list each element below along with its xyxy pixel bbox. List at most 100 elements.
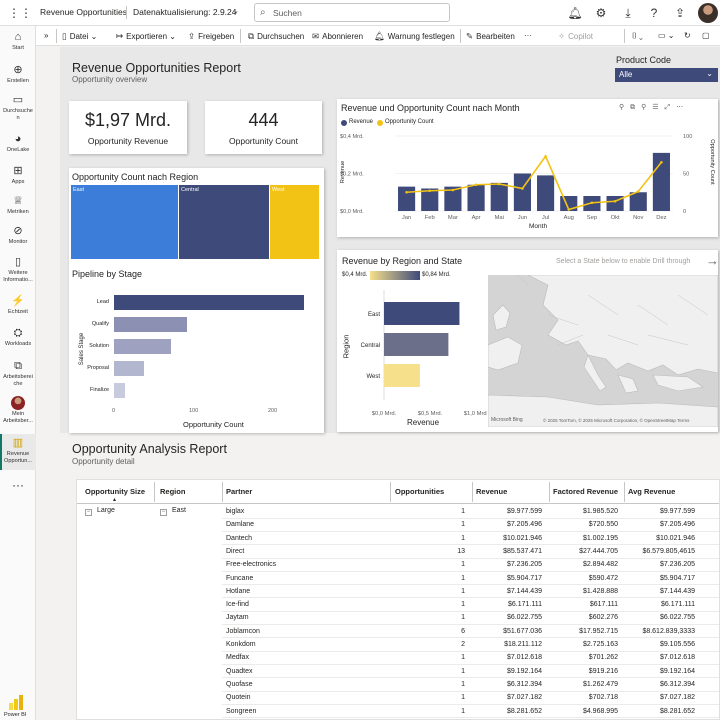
revenue-cell[interactable]: $7.144.439 bbox=[507, 588, 542, 595]
file-menu[interactable]: ▯ Datei ⌄ bbox=[62, 31, 97, 42]
rail-item-workloads[interactable]: ⛭ Workloads bbox=[0, 326, 36, 348]
rail-item-metrics[interactable]: ♕ Metriken bbox=[0, 194, 36, 216]
factored-revenue-cell[interactable]: $720.550 bbox=[589, 521, 618, 528]
revenue-cell[interactable]: $7.236.205 bbox=[507, 561, 542, 568]
avg-revenue-cell[interactable]: $7.027.182 bbox=[660, 694, 695, 701]
factored-revenue-cell[interactable]: $1.985.520 bbox=[583, 508, 618, 515]
partner-cell[interactable]: Funcane bbox=[226, 575, 253, 582]
avatar[interactable] bbox=[698, 3, 718, 23]
revenue-cell[interactable]: $9.192.164 bbox=[507, 668, 542, 675]
share-button[interactable]: ⇪ Freigeben bbox=[188, 31, 234, 42]
column-divider[interactable] bbox=[624, 482, 625, 502]
expand-icon[interactable]: » bbox=[44, 31, 48, 40]
column-divider[interactable] bbox=[390, 482, 391, 502]
revenue-cell[interactable]: $7.205.496 bbox=[507, 521, 542, 528]
opportunities-cell[interactable]: 1 bbox=[461, 668, 465, 675]
column-divider[interactable] bbox=[154, 482, 155, 502]
factored-revenue-cell[interactable]: $2.894.482 bbox=[583, 561, 618, 568]
partner-cell[interactable]: Songreen bbox=[226, 708, 256, 715]
avg-revenue-cell[interactable]: $10.021.946 bbox=[656, 535, 695, 542]
rail-item-my-workspace[interactable]: Mein Arbeitsber... bbox=[0, 396, 36, 425]
sort-icon[interactable]: ▴ bbox=[113, 496, 116, 503]
rail-item-monitor[interactable]: ⊘ Monitor bbox=[0, 224, 36, 246]
revenue-cell[interactable]: $9.977.599 bbox=[507, 508, 542, 515]
avg-revenue-cell[interactable]: $7.012.618 bbox=[660, 654, 695, 661]
kpi-revenue-card[interactable]: $1,97 Mrd. Opportunity Revenue bbox=[69, 101, 187, 154]
column-divider[interactable] bbox=[472, 482, 473, 502]
header-partner[interactable]: Partner bbox=[226, 487, 252, 496]
column-divider[interactable] bbox=[549, 482, 550, 502]
avg-revenue-cell[interactable]: $7.236.205 bbox=[660, 561, 695, 568]
factored-revenue-cell[interactable]: $2.725.163 bbox=[583, 641, 618, 648]
header-avg-revenue[interactable]: Avg Revenue bbox=[628, 487, 675, 496]
search-input[interactable]: ⌕ Suchen bbox=[254, 3, 450, 22]
refresh-icon[interactable]: ↻ bbox=[684, 31, 691, 40]
opportunities-cell[interactable]: 1 bbox=[461, 588, 465, 595]
revenue-cell[interactable]: $8.281.652 bbox=[507, 708, 542, 715]
revenue-cell[interactable]: $6.022.755 bbox=[507, 614, 542, 621]
help-icon[interactable]: ? bbox=[645, 4, 663, 22]
map[interactable]: Microsoft Bing © 2025 TomTom, © 2025 Mic… bbox=[488, 275, 718, 427]
revenue-cell[interactable]: $7.027.182 bbox=[507, 694, 542, 701]
factored-revenue-cell[interactable]: $590.472 bbox=[589, 575, 618, 582]
rail-item-realtime[interactable]: ⚡ Echtzeit bbox=[0, 294, 36, 316]
comment-icon[interactable]: ▢ bbox=[702, 31, 710, 40]
avg-revenue-cell[interactable]: $9.192.164 bbox=[660, 668, 695, 675]
partner-cell[interactable]: Direct bbox=[226, 548, 244, 555]
factored-revenue-cell[interactable]: $919.216 bbox=[589, 668, 618, 675]
factored-revenue-cell[interactable]: $602.276 bbox=[589, 614, 618, 621]
header-revenue[interactable]: Revenue bbox=[476, 487, 507, 496]
explore-button[interactable]: ⧉ Durchsuchen bbox=[248, 31, 304, 42]
avg-revenue-cell[interactable]: $8.612.839,3333 bbox=[642, 628, 695, 635]
partner-cell[interactable]: Medfax bbox=[226, 654, 249, 661]
partner-cell[interactable]: Dantech bbox=[226, 535, 252, 542]
partner-cell[interactable]: Ice-find bbox=[226, 601, 249, 608]
header-opportunities[interactable]: Opportunities bbox=[395, 487, 444, 496]
partner-cell[interactable]: Quofase bbox=[226, 681, 252, 688]
factored-revenue-cell[interactable]: $617.111 bbox=[590, 601, 618, 608]
revenue-cell[interactable]: $5.904.717 bbox=[507, 575, 542, 582]
arrow-right-icon[interactable]: → bbox=[706, 253, 719, 268]
partner-cell[interactable]: Quadtex bbox=[226, 668, 252, 675]
partner-cell[interactable]: Damlane bbox=[226, 521, 254, 528]
partner-cell[interactable]: Konkdom bbox=[226, 641, 256, 648]
more-options-icon[interactable]: ··· bbox=[524, 31, 532, 40]
treemap-tile-east[interactable]: East bbox=[71, 185, 178, 259]
product-code-select[interactable]: Alle ⌄ bbox=[615, 68, 718, 82]
collapse-icon[interactable]: − bbox=[85, 509, 92, 516]
alert-button[interactable]: 🔔︎ Warnung festlegen bbox=[374, 31, 455, 42]
factored-revenue-cell[interactable]: $1.262.479 bbox=[583, 681, 618, 688]
factored-revenue-cell[interactable]: $27.444.705 bbox=[579, 548, 618, 555]
header-region[interactable]: Region bbox=[160, 487, 185, 496]
avg-revenue-cell[interactable]: $7.205.496 bbox=[660, 521, 695, 528]
funnel-bar-solution[interactable] bbox=[114, 339, 172, 354]
avg-revenue-cell[interactable]: $8.281.652 bbox=[660, 708, 695, 715]
avg-revenue-cell[interactable]: $5.904.717 bbox=[660, 575, 695, 582]
partner-cell[interactable]: Free-electronics bbox=[226, 561, 276, 568]
subscribe-button[interactable]: ✉ Abonnieren bbox=[312, 31, 363, 42]
rail-item-learn[interactable]: ▯ Weitere Informatio... bbox=[0, 255, 36, 284]
partner-cell[interactable]: biglax bbox=[226, 508, 244, 515]
refresh-info[interactable]: Datenaktualisierung: 2.9.24 bbox=[133, 7, 237, 17]
avg-revenue-cell[interactable]: $6.022.755 bbox=[660, 614, 695, 621]
opportunities-cell[interactable]: 6 bbox=[461, 628, 465, 635]
avg-revenue-cell[interactable]: $7.144.439 bbox=[660, 588, 695, 595]
view-icon[interactable]: ▭ ⌄ bbox=[658, 31, 674, 40]
rail-item-workspaces[interactable]: ⧉ Arbeitsbereiche bbox=[0, 359, 36, 388]
share-icon[interactable]: ⇪ bbox=[671, 4, 689, 22]
avg-revenue-cell[interactable]: $9.977.599 bbox=[660, 508, 695, 515]
region-bar-chart[interactable]: East Central West $0,0 Mrd. $0,5 Mrd. $1,0 Mr… bbox=[337, 250, 487, 432]
partner-cell[interactable]: Joblamcon bbox=[226, 628, 260, 635]
gear-icon[interactable]: ⚙ bbox=[592, 4, 610, 22]
revenue-cell[interactable]: $7.012.618 bbox=[507, 654, 542, 661]
opportunities-cell[interactable]: 1 bbox=[461, 614, 465, 621]
opportunities-cell[interactable]: 1 bbox=[461, 561, 465, 568]
treemap-tile-west[interactable]: West bbox=[270, 185, 319, 259]
rail-item-onelake[interactable]: ◕ OneLake bbox=[0, 132, 36, 154]
collapse-icon[interactable]: − bbox=[160, 509, 167, 516]
more-icon[interactable]: ··· bbox=[0, 478, 36, 492]
rail-item-start[interactable]: ⌂ Start bbox=[0, 30, 36, 52]
copilot-button[interactable]: ✧ Copilot bbox=[558, 31, 593, 42]
opportunities-cell[interactable]: 1 bbox=[461, 508, 465, 515]
avg-revenue-cell[interactable]: $9.105.556 bbox=[660, 641, 695, 648]
